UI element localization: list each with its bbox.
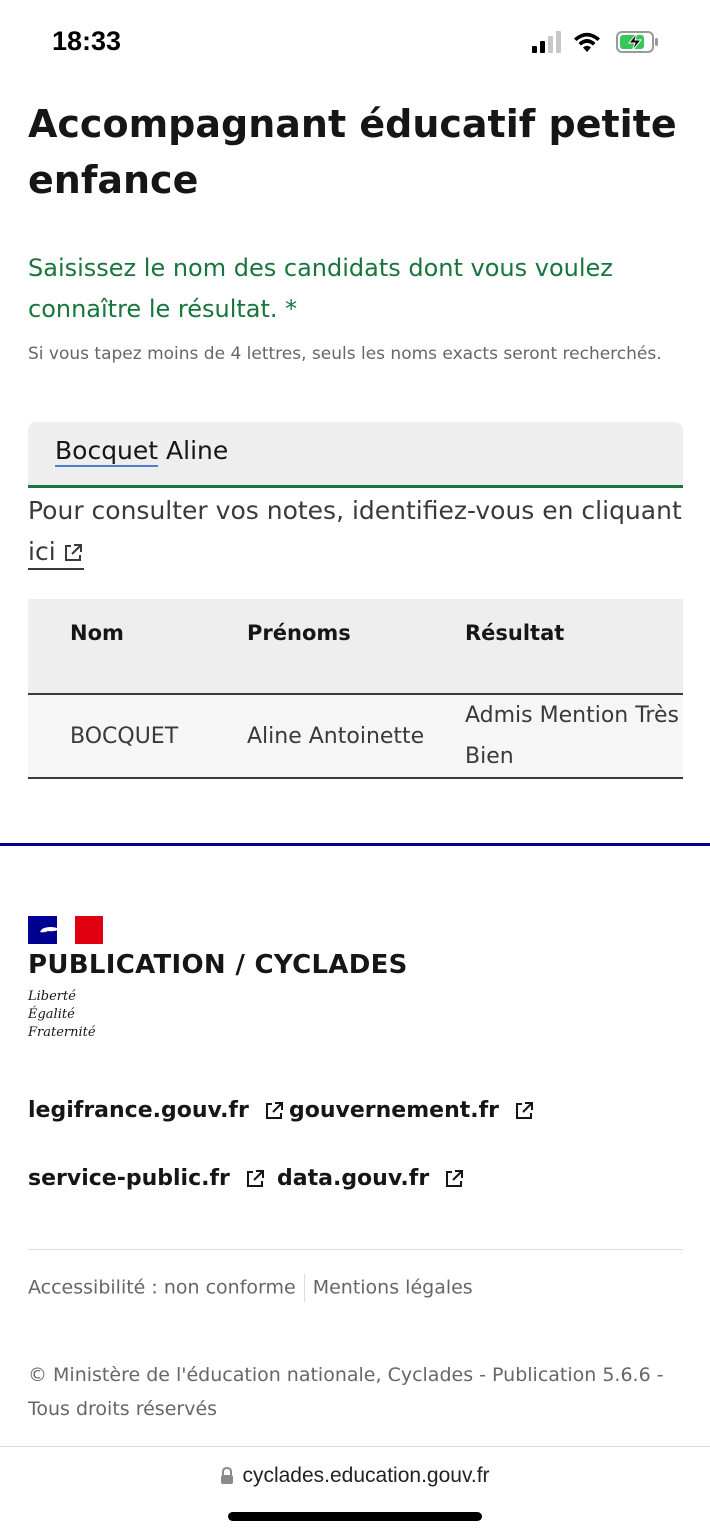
home-indicator[interactable]: [228, 1512, 482, 1521]
table-cell-nom: BOCQUET: [70, 723, 179, 749]
footer-link-label: data.gouv.fr: [277, 1166, 430, 1191]
footer-brand: PUBLICATION / CYCLADES: [28, 950, 408, 980]
motto-fraternite: Fraternité: [28, 1025, 96, 1040]
copyright-text: © Ministère de l'éducation nationale, Cy…: [28, 1364, 664, 1420]
results-table: Nom Prénoms Résultat BOCQUET Aline Antoi…: [28, 599, 683, 779]
footer-link-label: gouvernement.fr: [289, 1098, 500, 1123]
table-header-nom: Nom: [70, 621, 124, 645]
footer-link-gouvernement[interactable]: gouvernement.fr: [289, 1098, 535, 1123]
browser-bar-divider: [0, 1446, 710, 1447]
table-row: BOCQUET Aline Antoinette Admis Mention T…: [28, 694, 683, 778]
browser-url-text: cyclades.education.gouv.fr: [242, 1464, 490, 1487]
accessibility-link[interactable]: Accessibilité : non conforme: [28, 1277, 296, 1299]
table-cell-prenoms: Aline Antoinette: [247, 723, 425, 749]
notes-text-label: Pour consulter vos notes, identifiez-vou…: [28, 496, 682, 525]
legal-notice-link[interactable]: Mentions légales: [313, 1277, 473, 1299]
footer-top-rule: [0, 843, 710, 846]
search-input-value-first-word: Bocquet: [55, 436, 159, 465]
footer-link-label: service-public.fr: [28, 1166, 230, 1191]
battery-charging-icon: [616, 31, 658, 53]
external-link-icon: [445, 1170, 463, 1187]
search-label: Saisissez le nom des candidats dont vous…: [28, 254, 613, 323]
notes-text: Pour consulter vos notes, identifiez-vou…: [28, 490, 683, 572]
footer-link-legifrance[interactable]: legifrance.gouv.fr: [28, 1098, 285, 1123]
page-title: Accompagnant éducatif petite enfance: [28, 102, 677, 202]
footer-link-label: legifrance.gouv.fr: [28, 1098, 249, 1123]
republic-motto: Liberté Égalité Fraternité: [28, 988, 96, 1042]
motto-egalite: Égalité: [28, 1007, 75, 1022]
notes-link-label: ici: [28, 537, 56, 566]
external-link-icon: [265, 1102, 283, 1119]
footer-link-separator: [303, 1274, 305, 1302]
table-header-resultat: Résultat: [465, 621, 565, 645]
table-header-row: Nom Prénoms Résultat: [28, 599, 683, 694]
motto-liberte: Liberté: [28, 989, 76, 1004]
external-link-icon: [515, 1102, 533, 1119]
marianne-logo-icon: [28, 916, 103, 944]
table-cell-resultat: Admis Mention Très Bien: [465, 703, 679, 769]
search-hint: Si vous tapez moins de 4 lettres, seuls …: [28, 344, 662, 364]
wifi-icon: [574, 32, 600, 52]
footer-divider: [28, 1249, 683, 1250]
footer-link-data-gouv[interactable]: data.gouv.fr: [277, 1166, 465, 1191]
browser-url-bar[interactable]: cyclades.education.gouv.fr: [0, 1464, 710, 1488]
footer-bottom-links: Accessibilité : non conforme Mentions lég…: [28, 1274, 473, 1302]
notes-login-link[interactable]: ici: [28, 537, 84, 570]
status-time: 18:33: [52, 26, 122, 56]
status-bar: 18:33: [0, 0, 710, 86]
search-input[interactable]: Bocquet Aline: [28, 422, 683, 488]
signal-icon: [532, 31, 561, 53]
table-header-prenoms: Prénoms: [247, 621, 351, 645]
main-content: Accompagnant éducatif petite enfance Sai…: [28, 96, 683, 778]
search-input-value-rest: Aline: [158, 436, 229, 465]
footer-link-service-public[interactable]: service-public.fr: [28, 1166, 266, 1191]
external-link-icon: [246, 1170, 264, 1187]
external-link-icon: [64, 544, 82, 561]
lock-icon: [221, 1467, 234, 1485]
